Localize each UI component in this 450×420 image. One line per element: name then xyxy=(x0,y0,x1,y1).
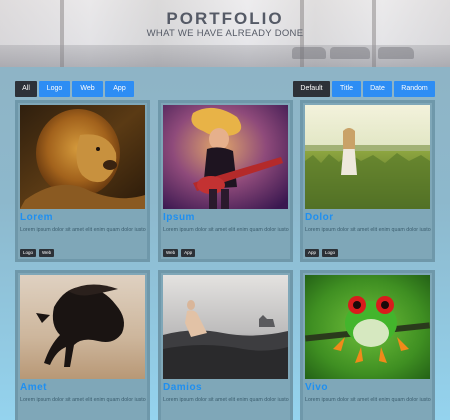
card-title[interactable]: Vivo xyxy=(305,382,328,393)
card-description: Lorem ipsum dolor sit amet elit enim qua… xyxy=(163,227,289,233)
lion-image[interactable] xyxy=(20,105,145,209)
card-tags: Web App xyxy=(163,249,196,257)
portfolio-card[interactable]: Dolor Lorem ipsum dolor sit amet elit en… xyxy=(300,100,435,262)
frog-image[interactable] xyxy=(305,275,430,379)
card-description: Lorem ipsum dolor sit amet elit enim qua… xyxy=(163,397,289,403)
car-shape xyxy=(292,47,326,59)
sort-random-button[interactable]: Random xyxy=(394,81,435,97)
card-tags: Logo Web xyxy=(20,249,55,257)
filter-logo-button[interactable]: Logo xyxy=(39,81,70,97)
woman-and-cat-image[interactable] xyxy=(163,275,288,379)
hero-banner: PORTFOLIO WHAT WE HAVE ALREADY DONE xyxy=(0,0,450,67)
car-shape xyxy=(330,47,370,59)
card-tags: App Logo xyxy=(305,249,339,257)
guitarist-image[interactable] xyxy=(163,105,288,209)
card-title[interactable]: Dolor xyxy=(305,212,334,223)
tag-badge[interactable]: Logo xyxy=(322,249,339,257)
filter-group: All Logo Web App xyxy=(15,81,134,97)
tag-badge[interactable]: App xyxy=(181,249,196,257)
portfolio-card[interactable]: Ipsum Lorem ipsum dolor sit amet elit en… xyxy=(158,100,293,262)
card-description: Lorem ipsum dolor sit amet elit enim qua… xyxy=(20,397,146,403)
car-shape xyxy=(378,47,414,59)
portfolio-card[interactable]: Damios Lorem ipsum dolor sit amet elit e… xyxy=(158,270,293,420)
sort-default-button[interactable]: Default xyxy=(293,81,330,97)
tag-badge[interactable]: Web xyxy=(163,249,179,257)
sort-title-button[interactable]: Title xyxy=(332,81,361,97)
card-title[interactable]: Damios xyxy=(163,382,202,393)
portfolio-card[interactable]: Vivo Lorem ipsum dolor sit amet elit eni… xyxy=(300,270,435,420)
filter-all-button[interactable]: All xyxy=(15,81,37,97)
page-subtitle: WHAT WE HAVE ALREADY DONE xyxy=(146,28,304,39)
filter-web-button[interactable]: Web xyxy=(72,81,103,97)
portfolio-card[interactable]: Amet Lorem ipsum dolor sit amet elit eni… xyxy=(15,270,150,420)
card-description: Lorem ipsum dolor sit amet elit enim qua… xyxy=(305,397,431,403)
girl-in-field-image[interactable] xyxy=(305,105,430,209)
card-description: Lorem ipsum dolor sit amet elit enim qua… xyxy=(20,227,146,233)
card-title[interactable]: Amet xyxy=(20,382,47,393)
page-title: PORTFOLIO xyxy=(166,9,284,28)
filter-app-button[interactable]: App xyxy=(105,81,134,97)
card-title[interactable]: Ipsum xyxy=(163,212,195,223)
tag-badge[interactable]: App xyxy=(305,249,320,257)
sort-date-button[interactable]: Date xyxy=(363,81,392,97)
card-description: Lorem ipsum dolor sit amet elit enim qua… xyxy=(305,227,431,233)
tag-badge[interactable]: Web xyxy=(39,249,55,257)
card-title[interactable]: Lorem xyxy=(20,212,53,223)
sort-group: Default Title Date Random xyxy=(293,81,435,97)
portfolio-card[interactable]: Lorem Lorem ipsum dolor sit amet elit en… xyxy=(15,100,150,262)
tag-badge[interactable]: Logo xyxy=(20,249,37,257)
horse-image[interactable] xyxy=(20,275,145,379)
